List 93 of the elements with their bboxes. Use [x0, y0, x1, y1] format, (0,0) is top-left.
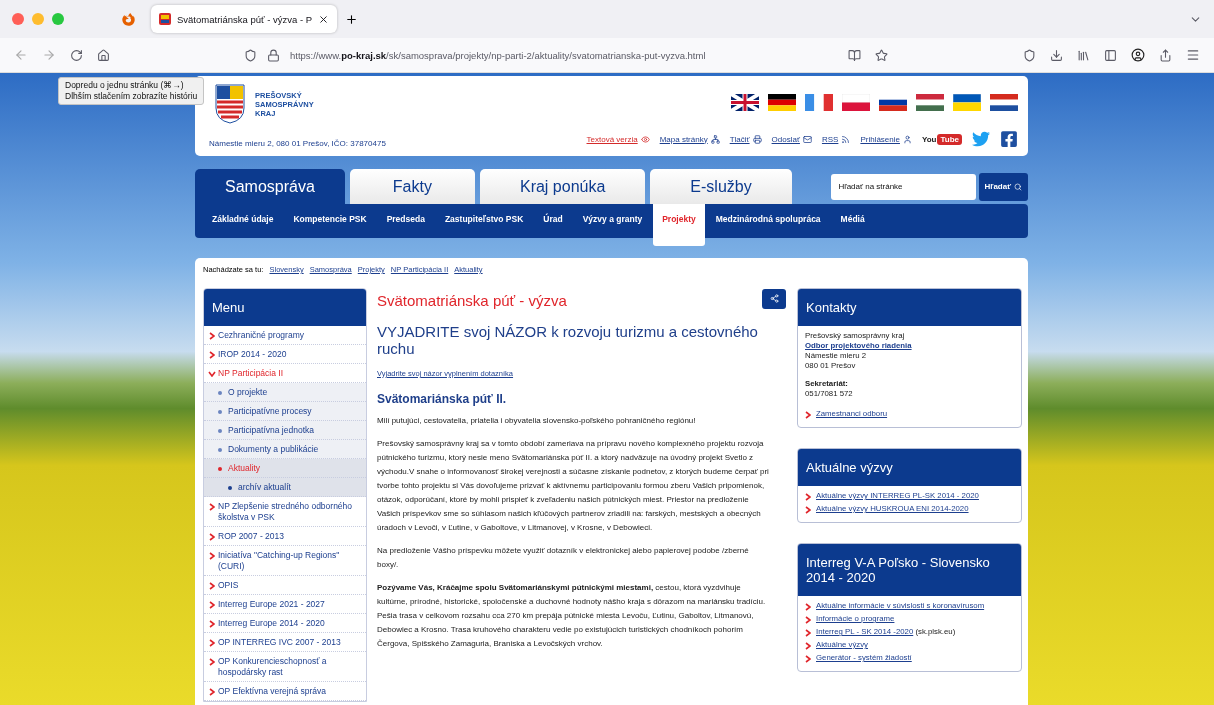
chevron-icon: [209, 687, 215, 696]
close-icon[interactable]: [318, 13, 330, 25]
flag-icon[interactable]: [768, 94, 796, 111]
paragraph: Pozývame Vás, Kráčajme spolu Svätomariánskymi pútnickými miestami, cestou, ktorá vyzdvihuje kultúrne, prírodné, historické, spoločenské a duchovné hodnoty nášho kraja s dôrazom na mariánsku tradíciu. Pešia trasa v celkovom rozsahu cca 270 km prepája pútnické miesta Levoču, Ľutinu, Gaboltov, Litmanovú, Debowiec a Krosno. Trasa kruhového charakteru vedie po existujúcich turistických chodníkoch pohorím Čergova, Spišského Zamaguria, Braniska a Levočských vrchov.: [377, 582, 767, 650]
crest-logo: [215, 84, 245, 124]
chevron-icon: [208, 370, 216, 377]
chevron-icon: [805, 411, 811, 419]
paragraph: Milí putujúci, cestovatelia, priatelia i obyvatelia slovensko-poľského pohraničného regiónu!: [377, 415, 697, 427]
mail-icon: [802, 134, 812, 144]
main-tab[interactable]: Fakty: [349, 169, 475, 204]
search-field[interactable]: Hľadať na stránke: [830, 173, 976, 200]
submenu-item[interactable]: Aktuality: [204, 459, 366, 478]
chevron-icon: [209, 502, 215, 511]
menu-icon[interactable]: [1186, 48, 1200, 62]
header-link[interactable]: Prihlásenie: [860, 134, 912, 144]
shield-icon[interactable]: [244, 48, 257, 62]
address-field[interactable]: https://www.po-kraj.sk/sk/samosprava/projekty/np-parti-2/aktuality/svatomatrianska-put-vyzva.html: [290, 49, 706, 61]
submenu-item[interactable]: Participatívna jednotka: [204, 421, 366, 440]
reload-icon[interactable]: [70, 48, 83, 62]
header-link[interactable]: Tlačiť: [729, 134, 762, 144]
tooltip: Dopredu o jednu stránku (⌘→) Dlhším stlačením zobrazíte históriu: [58, 77, 205, 105]
subnav-item[interactable]: Médiá: [831, 204, 874, 238]
bullet-icon: [218, 466, 222, 471]
header-link[interactable]: Odoslať: [771, 134, 812, 144]
bullet-icon: [218, 447, 222, 452]
main-tab[interactable]: Samospráva: [195, 169, 345, 204]
bookmark-star-icon[interactable]: [875, 48, 888, 62]
subnav-item[interactable]: Predseda: [377, 204, 434, 238]
subnav-item[interactable]: Medzinárodná spolupráca: [706, 204, 830, 238]
account-icon[interactable]: [1131, 48, 1145, 62]
submenu-item[interactable]: O projekte: [204, 383, 366, 402]
crest-icon: [159, 13, 171, 25]
chevron-icon: [209, 551, 215, 560]
bullet-icon: [218, 409, 222, 414]
bullet-icon: [218, 390, 222, 395]
paragraph: Na predloženie Vášho príspevku môžete využiť dotazník v elektronickej alebo papierovej podobe /zberné boxy/.: [377, 545, 750, 571]
section-heading: Svätomariánska púť II.: [377, 392, 508, 406]
main-tab[interactable]: Kraj ponúka: [479, 169, 646, 204]
subnav-item[interactable]: Zastupiteľstvo PSK: [435, 204, 533, 238]
subnav-item[interactable]: Výzvy a granty: [573, 204, 652, 238]
search-button[interactable]: Hľadať: [978, 172, 1028, 201]
subnav-item[interactable]: Projekty: [653, 204, 705, 246]
header-link[interactable]: RSS: [821, 134, 851, 144]
share-icon[interactable]: [1159, 48, 1172, 62]
chevron-icon: [209, 350, 215, 359]
header-link[interactable]: Mapa stránky: [659, 134, 720, 144]
new-tab-icon[interactable]: [345, 12, 359, 26]
paragraph: Prešovský samosprávny kraj sa v tomto období zameriava na prípravu nového komplexného projektu rozvoja pútnického turizmu, ktorý nesie meno Svätomariánska púť II. a ktorý nadväzuje na úvodný projekt Svetlo z východu.V snahe o informovanosť širokej verejnosti a súčasne získanie podnetov, z ktorých budeme čerpať pri tvorbe tohto projektu si Vás dovoľujeme prizvať k aktívnemu participovaniu formou zberu Vašich pripomienok, otázok, odporúčaní, ktoré by mohli prispieť k zveľadeniu našich pútnických miest. Priestor na predloženie Vašich príspevkov sme so súhlasom našich kľúčových partnerov zriadili na: farských, mestských a obecných úradoch v Levoči, v Ľutine, v Gaboltove, v Litmanovej, v Krosne, v Debowieci.: [377, 438, 770, 534]
bullet-icon: [228, 485, 232, 490]
chevron-icon: [209, 657, 215, 666]
browser-logo-icon[interactable]: [122, 12, 135, 26]
facebook-icon[interactable]: [1000, 130, 1018, 148]
address-text: Námestie mieru 2, 080 01 Prešov, IČO: 37870475: [209, 139, 386, 148]
share-button[interactable]: [762, 288, 786, 309]
submenu-item[interactable]: Dokumenty a publikácie: [204, 440, 366, 459]
download-icon[interactable]: [1050, 48, 1063, 62]
box-title: Kontakty: [798, 289, 1021, 326]
subnav-item[interactable]: Kompetencie PSK: [284, 204, 376, 238]
rss-icon: [841, 134, 851, 144]
reader-view-icon[interactable]: [848, 48, 861, 62]
close-window-icon[interactable]: [12, 13, 24, 25]
user-icon: [902, 134, 912, 144]
chevron-icon: [209, 532, 215, 541]
page-title: Svätomatriánska púť - výzva: [377, 292, 567, 309]
box-title: Aktuálne výzvy: [798, 449, 1021, 486]
search-icon: [1014, 182, 1022, 191]
box-title: Interreg V-A Poľsko - Slovensko 2014 - 2020: [798, 544, 1021, 596]
bird-icon[interactable]: [972, 130, 990, 148]
header-link[interactable]: Textová verzia: [586, 134, 650, 144]
eye-icon: [640, 134, 650, 144]
home-icon[interactable]: [97, 48, 110, 62]
subnav-item[interactable]: Základné údaje: [203, 204, 283, 238]
menu-title: Menu: [204, 289, 366, 326]
flag-icon[interactable]: [990, 94, 1018, 111]
sitemap-icon: [710, 134, 720, 144]
subnav-item[interactable]: Úrad: [534, 204, 572, 238]
article-subtitle: VYJADRITE svoj NÁZOR k rozvoju turizmu a cestovného ruchu: [377, 323, 759, 357]
share-icon: [769, 294, 779, 303]
bullet-icon: [218, 428, 222, 433]
chevron-icon: [209, 331, 215, 340]
main-tab[interactable]: E-služby: [650, 169, 792, 204]
chevron-icon: [209, 581, 215, 590]
chevron-icon: [209, 619, 215, 628]
submenu-item[interactable]: archív aktualít: [204, 478, 366, 497]
flag-icon[interactable]: [731, 94, 759, 111]
browser-tab[interactable]: Svätomatriánska púť - výzva - P: [151, 5, 338, 33]
lock-icon[interactable]: [267, 48, 280, 62]
submenu-item[interactable]: Participatívne procesy: [204, 402, 366, 421]
sidebar-icon[interactable]: [1104, 48, 1117, 62]
chevron-icon: [209, 638, 215, 647]
chevron-icon: [209, 600, 215, 609]
library-icon[interactable]: [1077, 48, 1090, 62]
print-icon: [752, 134, 762, 144]
